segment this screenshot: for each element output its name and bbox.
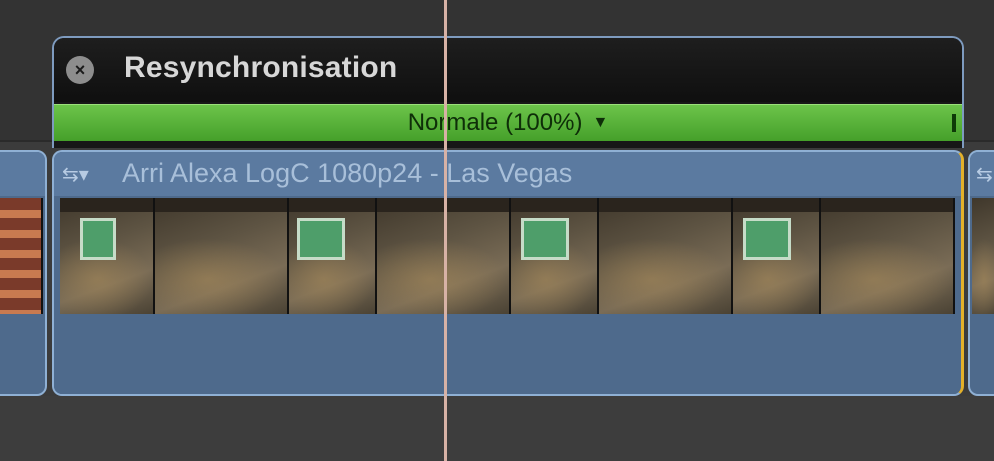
retime-editor: × Resynchronisation Normale (100%) ▼ <box>52 36 964 148</box>
speed-label[interactable]: Normale (100%) <box>408 109 583 137</box>
filmstrip-frame <box>154 198 289 314</box>
filmstrip-frame <box>0 198 43 314</box>
filmstrip-frame <box>732 198 821 314</box>
retime-speed-bar[interactable]: Normale (100%) ▼ <box>54 104 962 141</box>
filmstrip-frame <box>598 198 733 314</box>
filmstrip-frame <box>820 198 956 314</box>
filmstrip-frame <box>510 198 599 314</box>
clip-menu-icon[interactable]: ⇆▾ <box>62 162 89 187</box>
retime-header: × Resynchronisation <box>54 38 962 102</box>
clip-audio-area <box>54 316 961 394</box>
clip-next-header: ⇆ <box>970 152 994 196</box>
close-icon[interactable]: × <box>66 56 94 84</box>
clip-next-filmstrip <box>972 198 994 314</box>
clip-previous-header <box>0 152 45 196</box>
clip-menu-icon: ⇆ <box>976 164 993 186</box>
clip-main[interactable]: ⇆▾ Arri Alexa LogC 1080p24 - Las Vegas <box>52 150 964 396</box>
timeline-background-lower <box>0 396 994 461</box>
filmstrip-frame <box>288 198 377 314</box>
clip-previous-filmstrip <box>0 198 43 314</box>
clip-title: Arri Alexa LogC 1080p24 - Las Vegas <box>122 158 573 188</box>
clip-next[interactable]: ⇆ <box>968 150 994 396</box>
filmstrip-frame <box>972 198 994 314</box>
clip-filmstrip <box>60 198 956 314</box>
clip-main-header: ⇆▾ Arri Alexa LogC 1080p24 - Las Vegas <box>54 152 961 196</box>
playhead[interactable] <box>444 0 447 461</box>
filmstrip-frame <box>60 198 155 314</box>
retime-title: Resynchronisation <box>124 51 398 84</box>
retime-handle[interactable] <box>952 114 956 132</box>
chevron-down-icon[interactable]: ▼ <box>592 114 608 132</box>
clip-previous[interactable] <box>0 150 47 396</box>
